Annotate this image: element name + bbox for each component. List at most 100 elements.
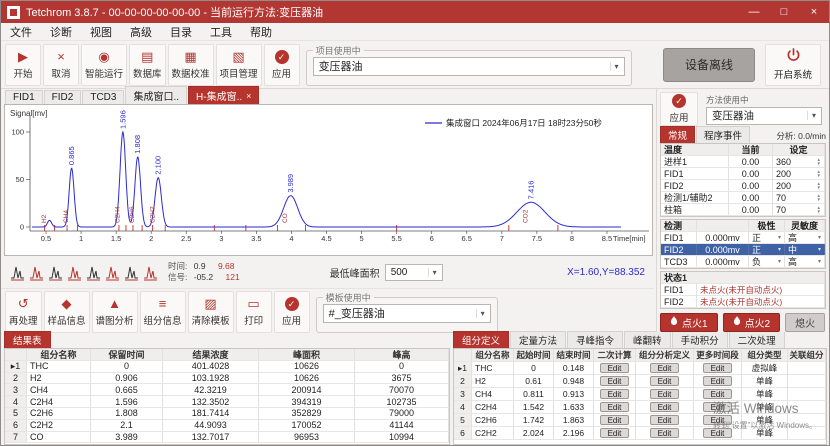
peak-thumbnail[interactable] bbox=[48, 262, 63, 282]
edit-secondary-calc-button[interactable]: Edit bbox=[600, 376, 630, 386]
method-select[interactable]: 变压器油 ▾ bbox=[706, 107, 822, 125]
spinner-icon[interactable]: ▲▼ bbox=[817, 182, 821, 190]
results-row[interactable]: 5C2H61.808181.741435282979000 bbox=[5, 408, 449, 420]
detector-row[interactable]: FID20.000mv正▾中▾ bbox=[661, 244, 825, 256]
tab-components-2[interactable]: 寻峰指令 bbox=[567, 331, 623, 348]
results-row[interactable]: 4C2H41.596132.3502394319102735 bbox=[5, 396, 449, 408]
results-row[interactable]: 3CH40.66542.321920091470070 bbox=[5, 384, 449, 396]
extinguish-button[interactable]: 熄火 bbox=[785, 313, 825, 332]
start-button[interactable]: ▶开始 bbox=[5, 44, 41, 86]
reprocess-button[interactable]: ↺再处理 bbox=[5, 291, 42, 333]
edit-secondary-calc-button[interactable]: Edit bbox=[600, 428, 630, 438]
tab-results[interactable]: 结果表 bbox=[4, 331, 51, 348]
tab-components-0[interactable]: 组分定义 bbox=[453, 331, 509, 348]
peak-thumbnail[interactable] bbox=[105, 262, 120, 282]
min-area-input[interactable]: 500 ▾ bbox=[385, 264, 443, 281]
components-row[interactable]: 6C2H22.0242.196EditEditEdit单峰 bbox=[454, 427, 826, 440]
edit-analysis-definition-button[interactable]: Edit bbox=[650, 402, 680, 412]
temp-row[interactable]: FID10.00200▲▼ bbox=[661, 168, 825, 180]
menu-item-3[interactable]: 高级 bbox=[121, 24, 161, 40]
maximize-button[interactable]: □ bbox=[769, 1, 799, 23]
edit-secondary-calc-button[interactable]: Edit bbox=[600, 402, 630, 412]
tab-components-5[interactable]: 二次处理 bbox=[729, 331, 785, 348]
menu-item-5[interactable]: 工具 bbox=[201, 24, 241, 40]
menu-item-1[interactable]: 诊断 bbox=[41, 24, 81, 40]
edit-more-time-button[interactable]: Edit bbox=[703, 428, 733, 438]
method-apply-button[interactable]: ✓ 应用 bbox=[660, 92, 698, 126]
edit-more-time-button[interactable]: Edit bbox=[703, 376, 733, 386]
edit-analysis-definition-button[interactable]: Edit bbox=[650, 389, 680, 399]
temp-row[interactable]: FID20.00200▲▼ bbox=[661, 180, 825, 192]
components-row[interactable]: 2H20.610.948EditEditEdit单峰 bbox=[454, 375, 826, 388]
temp-row[interactable]: 进样10.00360▲▼ bbox=[661, 156, 825, 168]
components-row[interactable]: ▸1THC00.148EditEditEdit虚拟峰 bbox=[454, 362, 826, 375]
spinner-icon[interactable]: ▲▼ bbox=[817, 170, 821, 178]
chart-tab-3[interactable]: 集成窗口.. bbox=[125, 86, 187, 104]
chart-tab-4[interactable]: H-集成窗..× bbox=[188, 86, 259, 104]
project-select[interactable]: 变压器油 ▾ bbox=[313, 57, 625, 76]
spinner-icon[interactable]: ▲▼ bbox=[817, 194, 821, 202]
edit-analysis-definition-button[interactable]: Edit bbox=[650, 428, 680, 438]
peak-thumbnail[interactable] bbox=[124, 262, 139, 282]
close-button[interactable]: × bbox=[799, 1, 829, 23]
menu-item-6[interactable]: 帮助 bbox=[241, 24, 281, 40]
minimize-button[interactable]: — bbox=[739, 1, 769, 23]
edit-secondary-calc-button[interactable]: Edit bbox=[600, 363, 630, 373]
sample-info-button[interactable]: ◆样品信息 bbox=[44, 291, 90, 333]
peak-thumbnail[interactable] bbox=[86, 262, 101, 282]
method-tab-1[interactable]: 程序事件 bbox=[696, 126, 750, 143]
smart-run-button[interactable]: ◉智能运行 bbox=[81, 44, 127, 86]
components-row[interactable]: 3CH40.8110.913EditEditEdit单峰 bbox=[454, 388, 826, 401]
component-info-button[interactable]: ≡组分信息 bbox=[140, 291, 186, 333]
results-row[interactable]: ▸1THC0401.4028106260 bbox=[5, 361, 449, 373]
edit-secondary-calc-button[interactable]: Edit bbox=[600, 389, 630, 399]
edit-analysis-definition-button[interactable]: Edit bbox=[650, 415, 680, 425]
detector-row[interactable]: FID10.000mv正▾高▾ bbox=[661, 232, 825, 244]
chart-tab-2[interactable]: TCD3 bbox=[82, 90, 124, 104]
device-offline-button[interactable]: 设备离线 bbox=[663, 48, 755, 82]
chart-tab-0[interactable]: FID1 bbox=[5, 90, 43, 104]
ignite2-button[interactable]: 点火2 bbox=[723, 313, 781, 332]
spinner-icon[interactable]: ▲▼ bbox=[817, 158, 821, 166]
components-row[interactable]: 4C2H41.5421.633EditEditEdit单峰 bbox=[454, 401, 826, 414]
template-select[interactable]: #_变压器油 ▾ bbox=[323, 304, 491, 323]
method-tab-0[interactable]: 常规 bbox=[660, 126, 695, 143]
peak-thumbnail[interactable] bbox=[10, 262, 25, 282]
project-management-button[interactable]: ▧项目管理 bbox=[216, 44, 262, 86]
components-row[interactable]: 5C2H61.7421.863EditEditEdit单峰 bbox=[454, 414, 826, 427]
database-button[interactable]: ▤数据库 bbox=[129, 44, 166, 86]
tab-components-4[interactable]: 手动积分 bbox=[672, 331, 728, 348]
tab-components-1[interactable]: 定量方法 bbox=[510, 331, 566, 348]
tab-close-icon[interactable]: × bbox=[246, 91, 251, 101]
menu-item-4[interactable]: 目录 bbox=[161, 24, 201, 40]
edit-more-time-button[interactable]: Edit bbox=[703, 402, 733, 412]
tab-components-3[interactable]: 峰翻转 bbox=[624, 331, 671, 348]
edit-analysis-definition-button[interactable]: Edit bbox=[650, 363, 680, 373]
spinner-icon[interactable]: ▲▼ bbox=[817, 206, 821, 214]
power-button[interactable]: 开启系统 bbox=[765, 44, 821, 86]
results-row[interactable]: 6C2H22.144.909317005241144 bbox=[5, 420, 449, 432]
peak-thumbnail[interactable] bbox=[143, 262, 158, 282]
ignite1-button[interactable]: 点火1 bbox=[660, 313, 718, 332]
results-row[interactable]: 7CO3.989132.70179695310994 bbox=[5, 432, 449, 444]
temp-row[interactable]: 检测1/辅助20.0070▲▼ bbox=[661, 192, 825, 204]
clear-template-button[interactable]: ▨清除模板 bbox=[188, 291, 234, 333]
spectrum-analysis-button[interactable]: ▲谱图分析 bbox=[92, 291, 138, 333]
detector-row[interactable]: TCD30.000mv负▾高▾ bbox=[661, 256, 825, 268]
temp-row[interactable]: 柱箱0.0070▲▼ bbox=[661, 204, 825, 216]
apply-button[interactable]: ✓应用 bbox=[274, 291, 310, 333]
menu-item-2[interactable]: 视图 bbox=[81, 24, 121, 40]
edit-more-time-button[interactable]: Edit bbox=[703, 415, 733, 425]
edit-secondary-calc-button[interactable]: Edit bbox=[600, 415, 630, 425]
edit-analysis-definition-button[interactable]: Edit bbox=[650, 376, 680, 386]
apply-button[interactable]: ✓应用 bbox=[264, 44, 300, 86]
peak-thumbnail[interactable] bbox=[29, 262, 44, 282]
print-button[interactable]: ▭打印 bbox=[236, 291, 272, 333]
edit-more-time-button[interactable]: Edit bbox=[703, 389, 733, 399]
peak-thumbnail[interactable] bbox=[67, 262, 82, 282]
results-row[interactable]: 2H20.906103.1928106263675 bbox=[5, 373, 449, 385]
data-calibration-button[interactable]: ▦数据校准 bbox=[168, 44, 214, 86]
menu-item-0[interactable]: 文件 bbox=[1, 24, 41, 40]
chart-tab-1[interactable]: FID2 bbox=[44, 90, 82, 104]
edit-more-time-button[interactable]: Edit bbox=[703, 363, 733, 373]
